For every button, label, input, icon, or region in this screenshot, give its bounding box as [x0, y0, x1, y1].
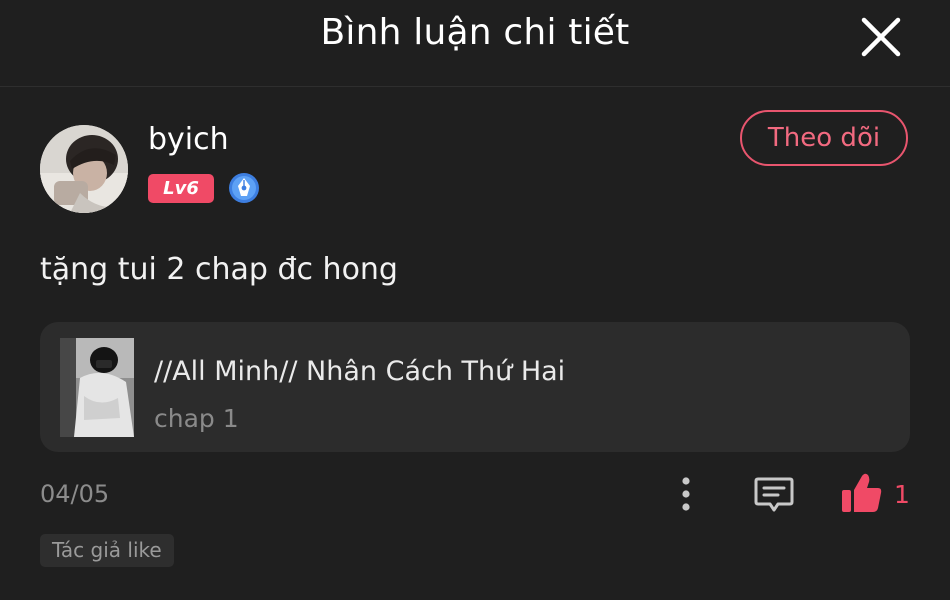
comment-date: 04/05 — [40, 480, 110, 508]
comic-chapter: chap 1 — [154, 404, 239, 433]
page-title: Bình luận chi tiết — [320, 12, 630, 53]
comic-card[interactable]: //All Minh// Nhân Cách Thứ Hai chap 1 — [40, 322, 910, 452]
comment-text: tặng tui 2 chap đc hong — [40, 252, 398, 287]
thumbs-up-icon — [842, 473, 882, 512]
comment-icon — [754, 477, 794, 512]
comic-thumbnail — [60, 338, 134, 437]
reply-button[interactable] — [752, 474, 796, 516]
author-like-tag: Tác giả like — [40, 534, 174, 567]
more-vertical-icon — [682, 477, 690, 511]
more-button[interactable] — [670, 474, 702, 514]
username[interactable]: byich — [148, 122, 229, 157]
like-button[interactable]: 1 — [838, 470, 918, 516]
avatar[interactable] — [40, 125, 128, 213]
header: Bình luận chi tiết — [0, 0, 950, 87]
like-count: 1 — [894, 480, 910, 509]
close-button[interactable] — [856, 12, 906, 62]
level-badge: Lv6 — [148, 174, 214, 203]
comic-title: //All Minh// Nhân Cách Thứ Hai — [154, 356, 566, 387]
close-icon — [861, 17, 901, 57]
follow-button[interactable]: Theo dõi — [740, 110, 908, 166]
pen-badge-icon — [228, 172, 260, 204]
avatar-image — [40, 125, 128, 213]
comment-detail-screen: Bình luận chi tiết byich Lv6 Theo dõi tặ… — [0, 0, 950, 600]
